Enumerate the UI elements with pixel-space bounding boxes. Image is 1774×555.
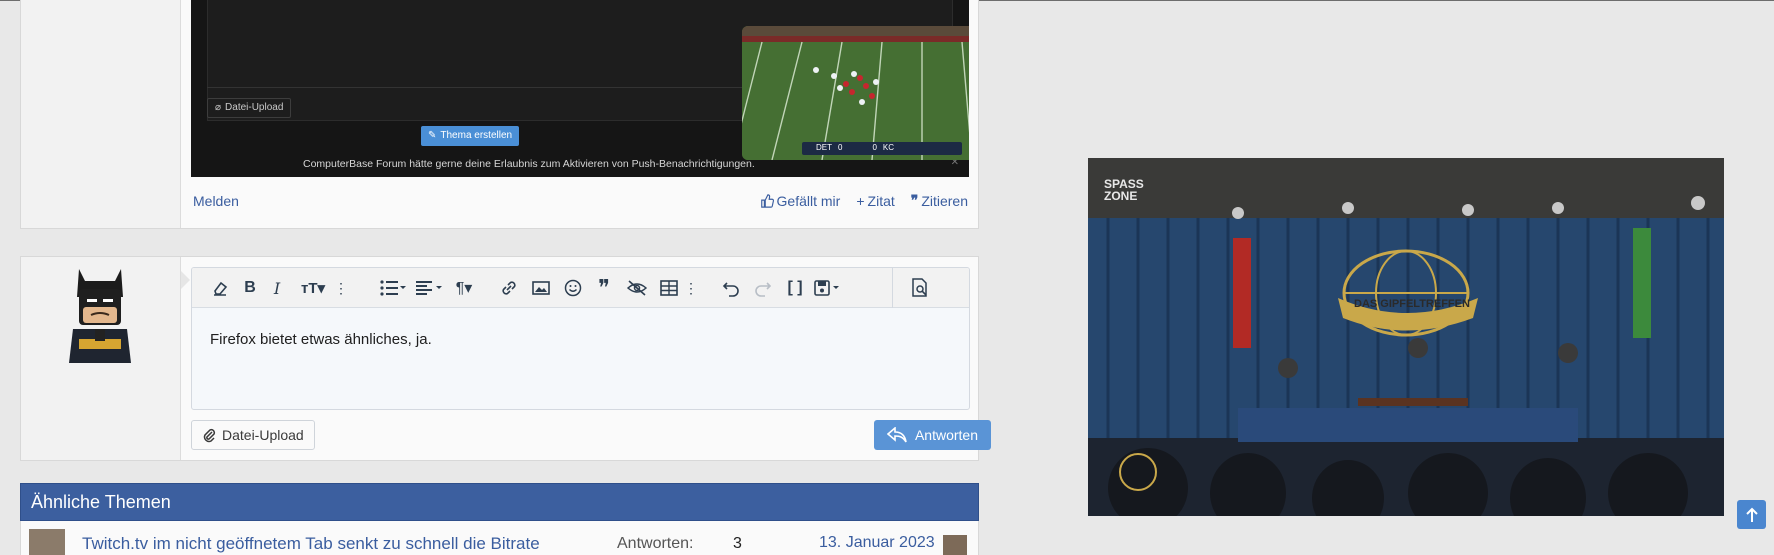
user-sidebar: [21, 257, 181, 460]
rich-text-editor[interactable]: B I тT▾ ⋮ ¶▾ ❞ ⋮ [ ] Firefox bietet etwa…: [191, 267, 970, 410]
replies-count: 3: [733, 535, 742, 552]
link-icon[interactable]: [498, 276, 520, 300]
embedded-file-upload-button: ⌀ Datei-Upload: [207, 98, 292, 118]
edit-icon: ✎: [428, 130, 437, 141]
talkshow-video[interactable]: SPASS ZONE DAS GIPFELTREFFEN: [1088, 158, 1724, 516]
redo-icon[interactable]: [752, 276, 774, 300]
like-button[interactable]: Gefällt mir: [760, 193, 840, 209]
editor-toolbar: B I тT▾ ⋮ ¶▾ ❞ ⋮ [ ]: [192, 268, 969, 308]
reply-quote-button[interactable]: ❞ Zitieren: [911, 193, 968, 209]
show-sign: DAS GIPFELTREFFEN: [1354, 298, 1470, 310]
smilie-icon[interactable]: [562, 276, 584, 300]
thread-title-link[interactable]: Twitch.tv im nicht geöffnetem Tab senkt …: [82, 534, 540, 554]
table-icon[interactable]: [658, 276, 680, 300]
font-size-icon[interactable]: тT▾: [296, 276, 330, 300]
scroll-to-top-button[interactable]: [1737, 500, 1766, 529]
avatar: [65, 267, 135, 363]
similar-threads: Ähnliche Themen Twitch.tv im nicht geöff…: [20, 483, 979, 555]
post-actions: Melden Gefällt mir + Zitat ❞ Zitieren: [191, 193, 968, 213]
report-link[interactable]: Melden: [193, 193, 239, 209]
more-icon[interactable]: ⋮: [334, 276, 348, 300]
reply-submit-button[interactable]: Antworten: [874, 420, 991, 450]
arrow-up-icon: [1745, 507, 1758, 522]
quote-icon: ❞: [910, 193, 919, 209]
drafts-icon[interactable]: [812, 276, 842, 300]
image-icon[interactable]: [530, 276, 552, 300]
thumbs-up-icon: [760, 194, 774, 208]
quote-button[interactable]: + Zitat: [856, 193, 894, 209]
editor-content[interactable]: Firefox bietet etwas ähnliches, ja.: [210, 331, 432, 348]
embedded-create-thread-button: ✎ Thema erstellen: [421, 126, 520, 146]
quick-reply: B I тT▾ ⋮ ¶▾ ❞ ⋮ [ ] Firefox bietet etwa…: [20, 256, 991, 461]
channel-logo: SPASS ZONE: [1104, 177, 1144, 203]
post-previous: ⌀ Datei-Upload ✎ Thema erstellen Compute…: [20, 0, 979, 229]
undo-icon[interactable]: [720, 276, 742, 300]
preview-icon[interactable]: [908, 276, 932, 300]
replies-label: Antworten:: [617, 535, 694, 552]
football-video-thumbnail: DET 0 0 KC: [742, 26, 969, 160]
align-icon[interactable]: [414, 276, 444, 300]
more-icon[interactable]: ⋮: [684, 276, 698, 300]
similar-threads-header: Ähnliche Themen: [20, 483, 979, 521]
user-sidebar: [21, 0, 181, 228]
paperclip-icon: ⌀: [215, 102, 222, 113]
bold-icon[interactable]: B: [240, 276, 260, 300]
avatar: [29, 529, 65, 555]
eraser-icon[interactable]: [208, 276, 232, 300]
paragraph-icon[interactable]: ¶▾: [450, 276, 478, 300]
code-icon[interactable]: [ ]: [784, 276, 806, 300]
file-upload-button[interactable]: Datei-Upload: [191, 420, 315, 450]
paperclip-icon: [203, 428, 216, 443]
thread-row[interactable]: Twitch.tv im nicht geöffnetem Tab senkt …: [20, 521, 979, 555]
reply-icon: [886, 427, 907, 443]
hide-icon[interactable]: [624, 276, 650, 300]
italic-icon[interactable]: I: [268, 276, 286, 300]
avatar: [943, 535, 967, 555]
plus-icon: +: [856, 193, 865, 209]
list-icon[interactable]: [378, 276, 408, 300]
quote-icon[interactable]: ❞: [592, 276, 616, 301]
embedded-screenshot: ⌀ Datei-Upload ✎ Thema erstellen Compute…: [191, 0, 969, 177]
thread-date-link[interactable]: 13. Januar 2023: [819, 534, 935, 552]
scoreboard: DET 0 0 KC: [816, 143, 895, 152]
